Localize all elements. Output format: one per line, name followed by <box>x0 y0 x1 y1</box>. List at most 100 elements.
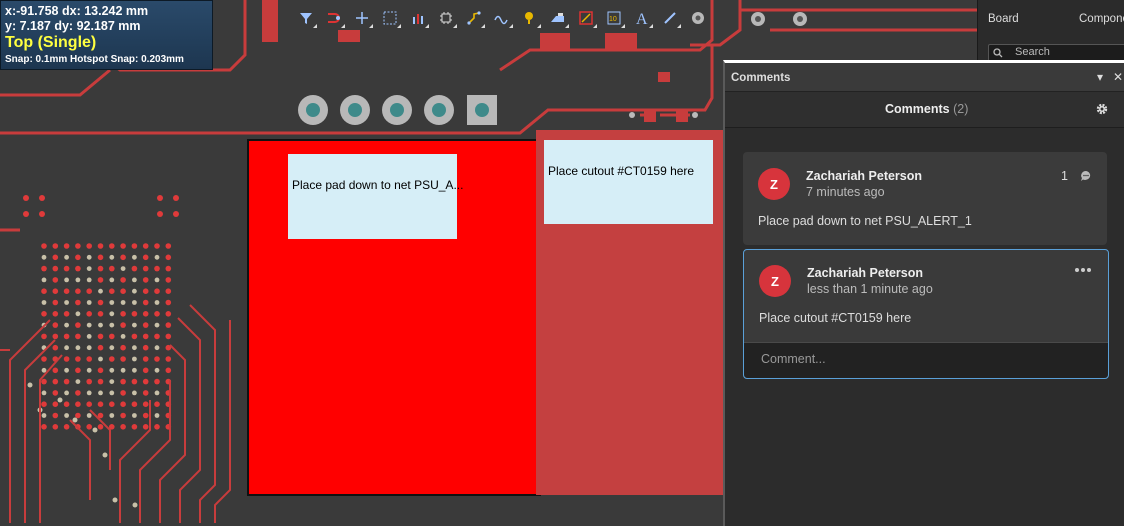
bga-pad <box>97 344 104 351</box>
bga-pad <box>39 195 45 201</box>
tab-board[interactable]: Board <box>988 13 1019 25</box>
bga-pad <box>41 390 47 396</box>
bga-pad <box>52 333 59 340</box>
bga-pad <box>75 243 81 249</box>
active-bar: 10 A <box>292 4 712 32</box>
bga-pad <box>165 277 172 283</box>
fill-icon[interactable] <box>544 4 572 32</box>
bga-pad <box>98 390 103 396</box>
comment-card-active[interactable]: Z Zachariah Peterson less than 1 minute … <box>743 249 1109 379</box>
reply-bubble-icon[interactable] <box>1080 170 1092 182</box>
route-icon[interactable] <box>320 4 348 32</box>
bga-pad <box>132 300 137 305</box>
bga-pad <box>142 378 149 385</box>
bga-pad <box>75 412 81 419</box>
panel-menu-icon[interactable]: ▾ <box>1097 70 1103 84</box>
comment-input[interactable] <box>759 351 1093 367</box>
bga-pad <box>97 401 104 408</box>
bga-pad <box>86 311 92 317</box>
text-icon[interactable]: A <box>628 4 656 32</box>
bga-pad <box>86 288 92 295</box>
dimension-icon[interactable]: 10 <box>600 4 628 32</box>
bga-pad <box>154 277 160 283</box>
bga-pad <box>109 390 115 396</box>
select-rect-icon[interactable] <box>376 4 404 32</box>
bga-pad <box>23 211 29 217</box>
bga-pad <box>75 254 81 261</box>
bga-pad <box>97 265 104 272</box>
bga-pad <box>120 300 126 305</box>
bga-pad <box>157 211 163 217</box>
bga-pad <box>142 277 149 283</box>
bga-pad <box>109 243 115 249</box>
bga-pad <box>142 265 149 272</box>
region-icon[interactable] <box>572 4 600 32</box>
comments-heading: Comments (2) <box>885 102 968 116</box>
bga-pad <box>142 412 149 419</box>
bga-pad <box>142 390 149 396</box>
bga-pad <box>52 277 59 283</box>
bga-pad <box>154 333 160 340</box>
bga-pad <box>86 401 92 408</box>
close-icon[interactable]: ✕ <box>1113 70 1123 84</box>
bga-pad <box>142 254 149 261</box>
bga-pad <box>64 277 69 283</box>
bga-pad <box>109 356 115 362</box>
bga-pad <box>63 311 70 317</box>
bga-pad <box>57 397 63 403</box>
bga-pad <box>132 345 137 351</box>
bga-pad <box>131 424 138 430</box>
bga-pad <box>75 379 81 384</box>
pad-icon[interactable] <box>684 4 712 32</box>
bga-pad <box>97 311 104 317</box>
bga-pad <box>142 401 149 408</box>
comment-note-2[interactable]: Place cutout #CT0159 here <box>544 140 713 224</box>
bga-pad <box>41 401 47 408</box>
polygon-icon[interactable] <box>516 4 544 32</box>
more-options-icon[interactable] <box>1074 267 1092 273</box>
tab-components[interactable]: Compone <box>1079 13 1124 25</box>
bga-pad <box>154 413 160 418</box>
bga-pad <box>97 333 104 340</box>
cross-icon[interactable] <box>348 4 376 32</box>
bga-pad <box>52 378 59 385</box>
bga-pad <box>154 254 160 260</box>
diff-pair-icon[interactable] <box>488 4 516 32</box>
bga-pad <box>120 288 126 295</box>
component-icon[interactable] <box>432 4 460 32</box>
bga-pad <box>64 367 69 373</box>
comment-note-2-text: Place cutout #CT0159 here <box>548 164 695 178</box>
bga-pad <box>173 211 179 217</box>
line-icon[interactable] <box>656 4 684 32</box>
bga-pad <box>52 311 59 317</box>
bga-pad <box>132 413 137 418</box>
bga-pad <box>165 265 172 272</box>
bga-pad <box>98 322 103 328</box>
bga-pad <box>142 333 149 340</box>
coordinate-hud: x:-91.758 dx: 13.242 mm y: 7.187 dy: 92.… <box>0 0 213 70</box>
chart-icon[interactable] <box>404 4 432 32</box>
avatar: Z <box>759 265 791 297</box>
track-icon[interactable] <box>460 4 488 32</box>
bga-pad <box>41 254 47 260</box>
svg-text:10: 10 <box>609 16 617 23</box>
bga-pad <box>109 311 115 317</box>
filter-icon[interactable] <box>292 4 320 32</box>
bga-pad <box>41 288 47 295</box>
bga-pad <box>165 322 172 328</box>
bga-pad <box>52 390 59 396</box>
bga-pad <box>86 367 92 373</box>
bga-pad <box>98 356 103 362</box>
bga-pad <box>41 356 47 362</box>
bga-pad <box>86 334 92 339</box>
bga-pad <box>52 288 59 295</box>
bga-pad <box>52 424 59 430</box>
gear-icon[interactable] <box>1095 102 1109 116</box>
comment-card[interactable]: Z Zachariah Peterson 7 minutes ago 1 Pla… <box>743 152 1107 245</box>
comment-note-1[interactable]: Place pad down to net PSU_A... <box>288 154 463 239</box>
bga-pad <box>27 382 33 388</box>
comment-author: Zachariah Peterson <box>807 266 924 280</box>
bga-pad <box>97 299 104 306</box>
bga-pad <box>120 334 126 339</box>
bga-pad <box>75 311 81 317</box>
